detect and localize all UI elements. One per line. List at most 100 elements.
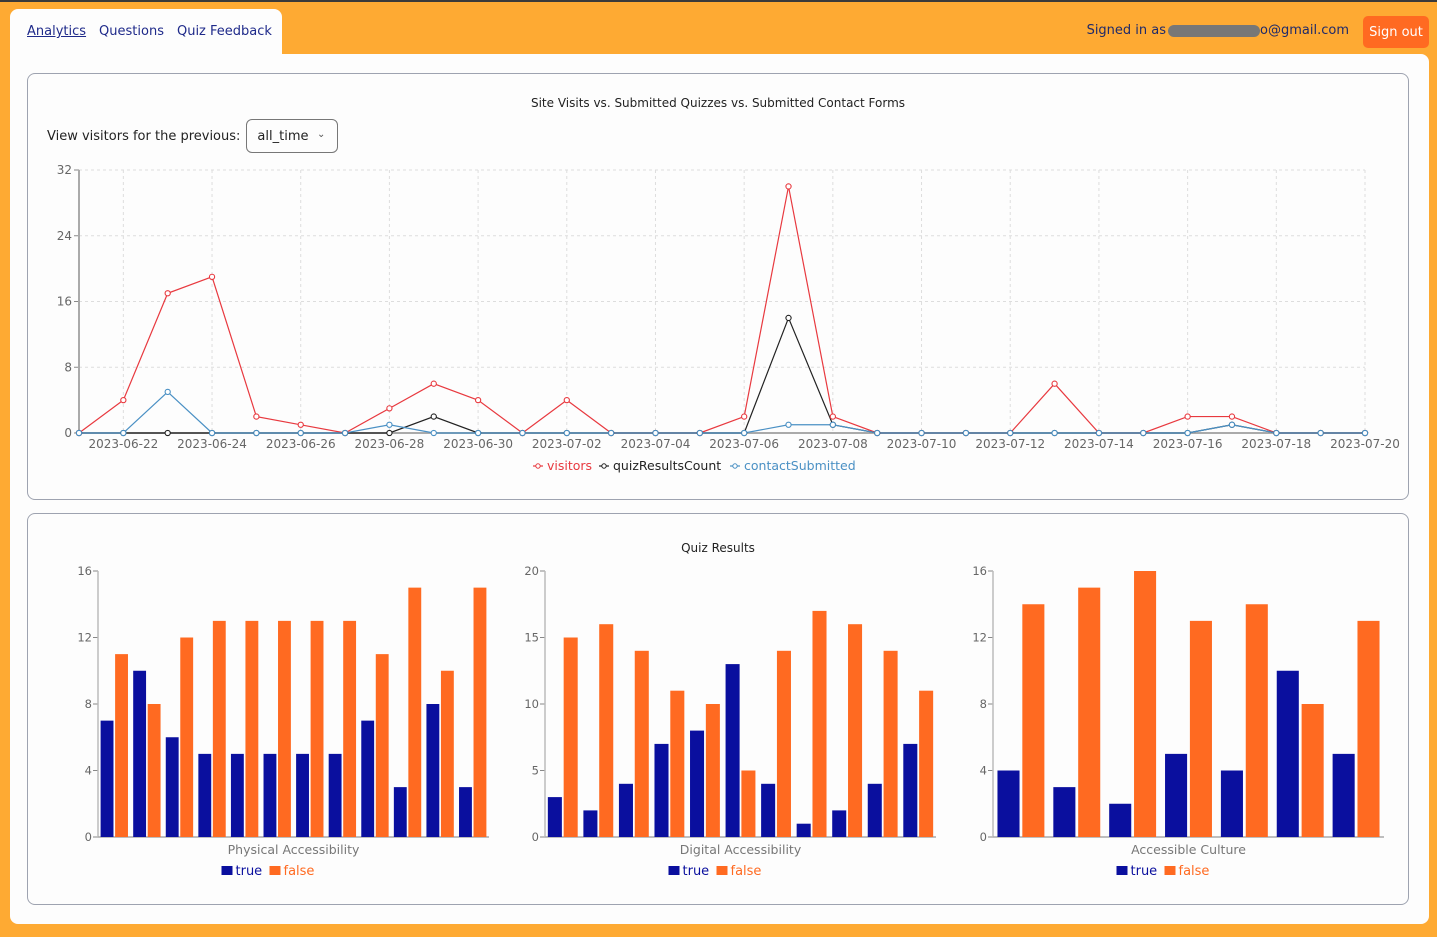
- bar-charts: 0 4 8 12 16 Physical Accessibility true false 0 5…: [77, 564, 1384, 879]
- legend-item-quizResultsCount: quizResultsCount: [599, 458, 721, 473]
- y-tick-label: 8: [85, 697, 92, 711]
- x-tick-label: 2023-07-06: [709, 437, 779, 451]
- legend-item-false: false: [269, 864, 314, 879]
- y-tick-label: 20: [524, 564, 539, 578]
- data-point-visitors: [253, 413, 260, 420]
- bar-true: [393, 787, 407, 837]
- bar-false: [440, 670, 454, 837]
- data-point-visitors: [208, 273, 216, 280]
- data-point-visitors: [297, 421, 304, 428]
- legend-label: quizResultsCount: [613, 458, 721, 473]
- data-point-contactSubmitted: [874, 429, 881, 437]
- bar-true: [547, 797, 562, 837]
- bar-false: [599, 624, 614, 837]
- nav-link-quiz-feedback[interactable]: Quiz Feedback: [177, 24, 272, 39]
- bar-true: [1276, 670, 1299, 837]
- data-point-contactSubmitted: [1051, 429, 1058, 437]
- nav-link-questions[interactable]: Questions: [99, 24, 164, 39]
- bar-chart-accessible-culture: 0 4 8 12 16 Accessible Culture true false: [972, 564, 1384, 879]
- data-point-contactSubmitted: [1140, 429, 1147, 437]
- y-tick-label: 10: [524, 697, 539, 711]
- bar-false: [310, 620, 324, 837]
- data-point-contactSubmitted: [75, 429, 83, 437]
- data-point-visitors: [1184, 413, 1191, 420]
- legend-label: false: [731, 864, 762, 879]
- main-panel: Site Visits vs. Submitted Quizzes vs. Su…: [10, 54, 1429, 924]
- site-visits-card: Site Visits vs. Submitted Quizzes vs. Su…: [27, 73, 1409, 500]
- data-point-quizResultsCount: [785, 314, 792, 322]
- y-tick-label: 16: [972, 564, 987, 578]
- legend-swatch-icon: [1116, 866, 1128, 875]
- bar-false: [473, 587, 487, 837]
- bar-false: [1301, 704, 1324, 837]
- y-tick-label: 12: [972, 631, 987, 645]
- bar-false: [741, 770, 756, 837]
- bar-false: [705, 704, 720, 837]
- y-tick-label: 5: [532, 764, 539, 778]
- bar-false: [670, 690, 685, 837]
- email-suffix: o@gmail.com: [1260, 23, 1349, 38]
- y-tick-label: 0: [980, 830, 987, 844]
- series-line-contactSubmitted: [79, 391, 1365, 434]
- x-tick-label: 2023-06-26: [266, 437, 336, 451]
- bar-false: [634, 650, 649, 837]
- data-point-quizResultsCount: [164, 429, 171, 437]
- y-tick-label: 0: [64, 426, 72, 440]
- bar-true: [1165, 753, 1188, 837]
- bar-true: [361, 720, 375, 837]
- data-point-contactSubmitted: [785, 421, 792, 428]
- nav-link-analytics[interactable]: Analytics: [27, 24, 86, 39]
- legend-label: true: [1131, 864, 1158, 879]
- bar-false: [1189, 620, 1212, 837]
- x-tick-label: 2023-06-30: [443, 437, 513, 451]
- bar-false: [1357, 620, 1380, 837]
- y-tick-label: 12: [77, 631, 92, 645]
- legend-item-visitors: visitors: [533, 458, 592, 473]
- data-point-visitors: [120, 396, 127, 404]
- data-point-contactSubmitted: [297, 429, 304, 437]
- y-tick-label: 8: [64, 360, 72, 374]
- bar-true: [583, 810, 598, 837]
- data-point-contactSubmitted: [1273, 429, 1280, 437]
- legend-swatch-icon: [221, 866, 233, 875]
- x-tick-label: 2023-07-16: [1153, 437, 1223, 451]
- sign-out-button[interactable]: Sign out: [1363, 16, 1429, 48]
- x-tick-label: 2023-06-28: [355, 437, 425, 451]
- bar-true: [654, 743, 669, 837]
- bar-true: [328, 753, 342, 837]
- y-tick-label: 4: [85, 764, 92, 778]
- data-point-visitors: [829, 413, 837, 420]
- data-point-contactSubmitted: [1007, 429, 1014, 437]
- data-point-contactSubmitted: [519, 429, 526, 437]
- data-point-contactSubmitted: [1095, 429, 1103, 437]
- y-tick-label: 24: [57, 229, 72, 243]
- legend-item-true: true: [668, 864, 709, 879]
- data-point-visitors: [474, 396, 482, 404]
- data-point-contactSubmitted: [829, 421, 837, 428]
- data-point-visitors: [1228, 413, 1236, 420]
- bar-false: [883, 650, 898, 837]
- legend-label: contactSubmitted: [744, 458, 856, 473]
- legend-label: true: [236, 864, 263, 879]
- x-tick-label: 2023-07-18: [1241, 437, 1311, 451]
- data-point-contactSubmitted: [430, 429, 437, 437]
- bar-true: [133, 670, 147, 837]
- bar-false: [147, 704, 161, 837]
- bar-true: [761, 783, 776, 837]
- bar-true: [796, 823, 811, 837]
- bar-false: [212, 620, 226, 837]
- legend-swatch-icon: [716, 866, 728, 875]
- bar-true: [690, 730, 705, 837]
- bar-chart-digital-accessibility: 0 5 10 15 20 Digital Accessibility true false: [524, 564, 936, 879]
- bar-true: [867, 783, 882, 837]
- bar-true: [100, 720, 114, 837]
- data-point-contactSubmitted: [208, 429, 216, 437]
- bar-true: [832, 810, 847, 837]
- y-tick-label: 32: [57, 163, 72, 177]
- data-point-contactSubmitted: [386, 421, 393, 428]
- data-point-contactSubmitted: [1184, 429, 1191, 437]
- x-tick-label: 2023-07-08: [798, 437, 868, 451]
- bar-false: [919, 690, 934, 837]
- bar-false: [1245, 604, 1268, 837]
- bar-false: [180, 637, 194, 837]
